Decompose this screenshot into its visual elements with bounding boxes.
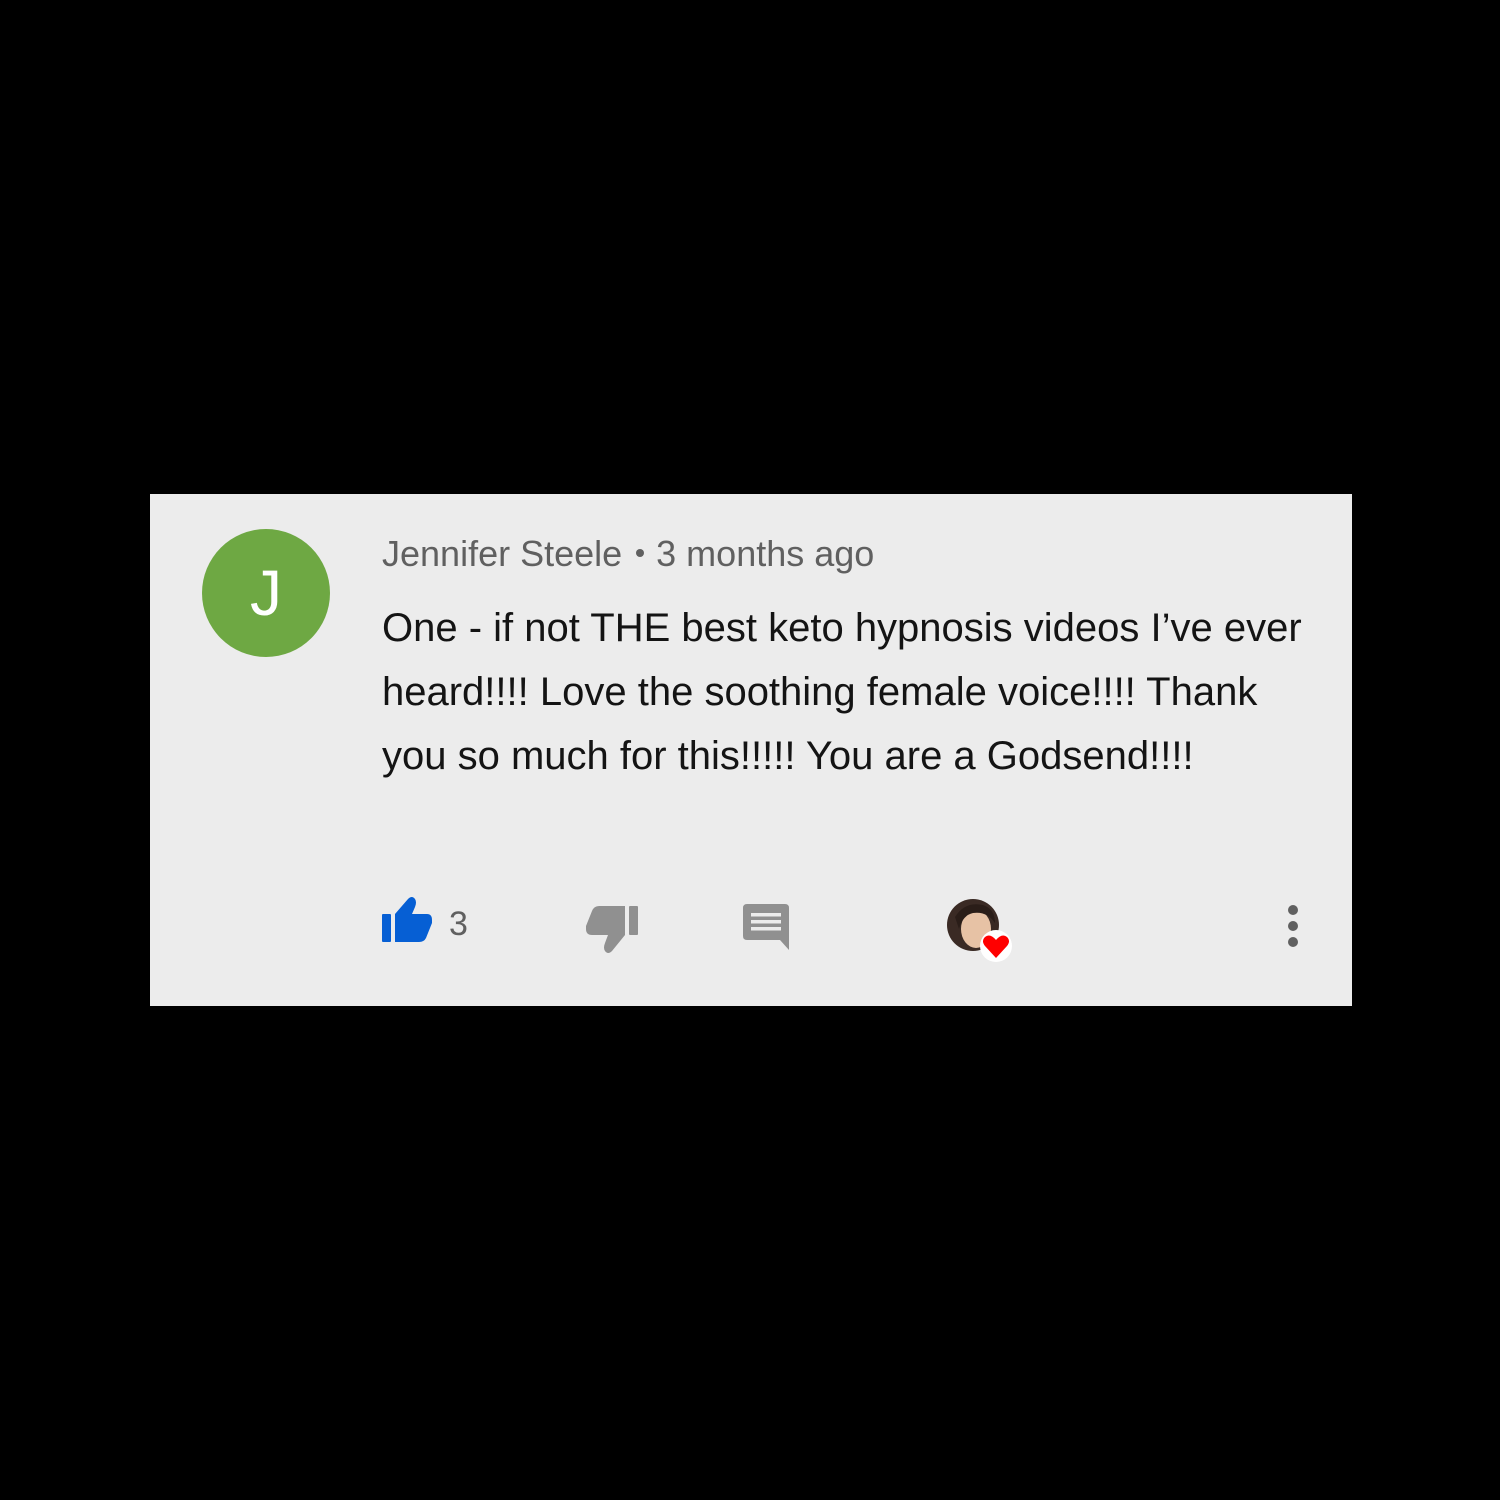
thumbs-down-icon[interactable]	[586, 906, 638, 954]
comment-card: J Jennifer Steele 3 months ago One - if n…	[150, 494, 1352, 1006]
avatar-letter: J	[250, 557, 282, 629]
separator-dot	[636, 549, 645, 558]
comment-header: Jennifer Steele 3 months ago	[382, 532, 874, 576]
comment-text: One - if not THE best keto hypnosis vide…	[382, 606, 1302, 778]
author-name[interactable]: Jennifer Steele	[382, 533, 622, 574]
reply-comment-icon[interactable]	[743, 904, 789, 950]
thumbs-up-icon[interactable]	[382, 896, 432, 942]
like-count: 3	[449, 905, 468, 943]
comment-time[interactable]: 3 months ago	[656, 533, 874, 574]
more-vertical-icon[interactable]	[1284, 904, 1302, 948]
avatar[interactable]: J	[202, 529, 330, 657]
creator-heart-icon[interactable]	[947, 899, 1015, 963]
